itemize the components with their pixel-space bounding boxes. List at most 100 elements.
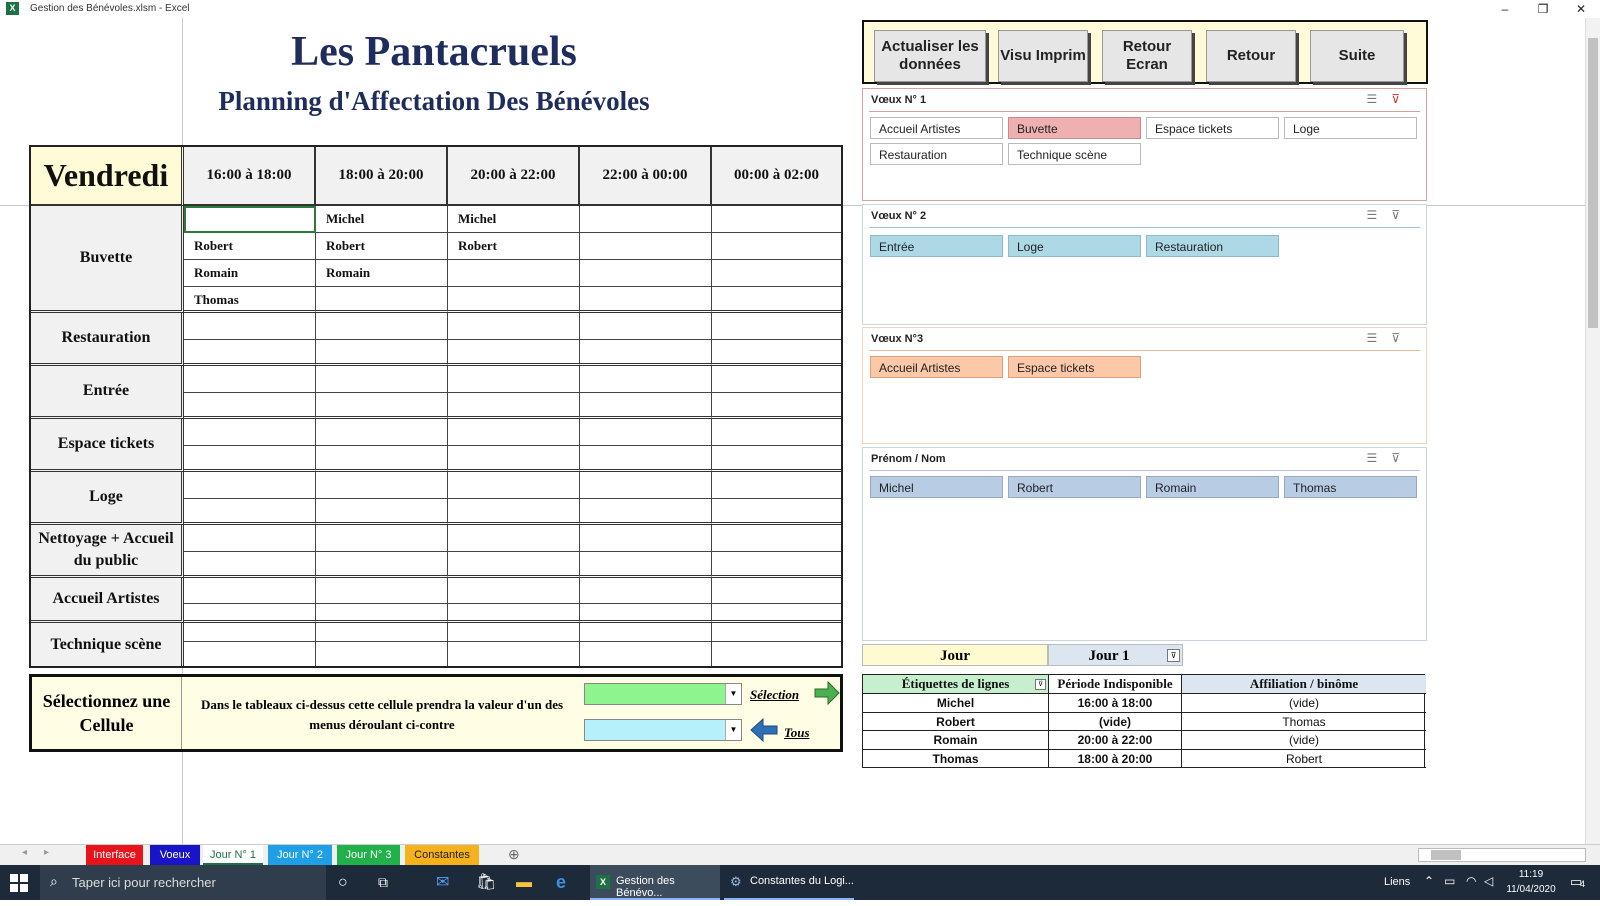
planning-cell[interactable] [316, 578, 448, 604]
tab-jour-2[interactable]: Jour N° 2 [268, 845, 332, 865]
back-to-screen-button[interactable]: Retour Ecran [1102, 30, 1192, 82]
planning-cell[interactable]: Romain [316, 260, 448, 287]
planning-cell[interactable] [580, 260, 712, 287]
slicer-item[interactable]: Thomas [1284, 476, 1417, 498]
planning-cell[interactable] [448, 313, 580, 340]
planning-cell[interactable] [316, 551, 448, 578]
planning-cell[interactable] [580, 642, 712, 666]
planning-cell[interactable] [580, 233, 712, 260]
links-toolbar[interactable]: Liens [1384, 876, 1410, 888]
close-icon[interactable]: ✕ [1566, 1, 1596, 17]
planning-cell[interactable]: Michel [448, 206, 580, 233]
planning-cell[interactable] [580, 206, 712, 233]
planning-cell[interactable] [712, 623, 841, 642]
planning-cell[interactable] [580, 604, 712, 623]
planning-cell[interactable]: Michel [316, 206, 448, 233]
planning-cell[interactable] [580, 392, 712, 419]
print-preview-button[interactable]: Visu Imprim [998, 30, 1088, 82]
next-button[interactable]: Suite [1310, 30, 1404, 82]
planning-cell[interactable]: Robert [316, 233, 448, 260]
arrow-right-icon[interactable] [814, 680, 840, 706]
planning-cell[interactable] [316, 525, 448, 552]
planning-cell[interactable] [712, 499, 841, 525]
planning-cell[interactable] [184, 392, 316, 419]
planning-cell[interactable] [712, 642, 841, 666]
slicer-item[interactable]: Romain [1146, 476, 1279, 498]
planning-cell[interactable] [712, 604, 841, 623]
multiselect-icon[interactable]: ☰⊽ [1366, 208, 1414, 222]
planning-cell[interactable] [184, 578, 316, 604]
multiselect-icon[interactable]: ☰⊽ [1366, 451, 1414, 465]
pivot-filter-value-cell[interactable]: Jour 1 ⊽ [1048, 644, 1183, 666]
planning-cell[interactable] [580, 623, 712, 642]
planning-cell[interactable] [316, 642, 448, 666]
planning-cell[interactable] [184, 419, 316, 446]
planning-cell[interactable] [184, 313, 316, 340]
refresh-data-button[interactable]: Actualiser les données [874, 30, 986, 82]
planning-cell[interactable] [316, 623, 448, 642]
planning-cell[interactable] [580, 445, 712, 472]
planning-cell[interactable] [448, 472, 580, 499]
planning-cell[interactable] [316, 445, 448, 472]
windows-start-icon[interactable] [10, 865, 32, 900]
planning-cell[interactable] [448, 339, 580, 366]
edge-icon[interactable]: e [556, 865, 566, 900]
arrow-left-icon[interactable] [750, 717, 778, 743]
taskbar-search[interactable]: ⌕ Taper ici pour rechercher [40, 865, 326, 900]
battery-icon[interactable]: ▭ [1444, 874, 1455, 888]
planning-cell[interactable] [448, 445, 580, 472]
planning-cell[interactable] [448, 287, 580, 313]
planning-cell[interactable] [184, 604, 316, 623]
slicer-item[interactable]: Robert [1008, 476, 1141, 498]
slicer-item[interactable]: Restauration [870, 143, 1003, 165]
planning-cell[interactable] [580, 313, 712, 340]
slicer-item[interactable]: Loge [1284, 117, 1417, 139]
planning-cell[interactable] [712, 578, 841, 604]
planning-cell[interactable] [448, 642, 580, 666]
minimize-icon[interactable]: – [1490, 1, 1520, 17]
planning-cell[interactable] [712, 260, 841, 287]
planning-cell[interactable] [580, 287, 712, 313]
planning-cell[interactable] [184, 472, 316, 499]
chevron-down-icon[interactable]: ▼ [725, 684, 741, 704]
planning-cell[interactable] [316, 472, 448, 499]
planning-cell[interactable] [448, 578, 580, 604]
slicer-item[interactable]: Restauration [1146, 235, 1279, 257]
slicer-item[interactable]: Loge [1008, 235, 1141, 257]
selection-dropdown-cyan[interactable]: ▼ [584, 719, 742, 741]
planning-cell[interactable] [580, 419, 712, 446]
tous-link[interactable]: Tous [784, 725, 810, 741]
store-icon[interactable]: 🛍 [476, 865, 496, 900]
planning-cell[interactable] [316, 287, 448, 313]
mail-icon[interactable]: ✉ [436, 865, 449, 900]
planning-cell[interactable]: Robert [448, 233, 580, 260]
planning-cell[interactable] [448, 419, 580, 446]
planning-cell[interactable]: Romain [184, 260, 316, 287]
scrollbar-thumb[interactable] [1431, 850, 1461, 860]
planning-cell[interactable] [448, 498, 580, 525]
planning-cell[interactable] [316, 419, 448, 446]
planning-cell[interactable] [316, 392, 448, 419]
selection-link[interactable]: Sélection [750, 687, 799, 703]
tab-voeux[interactable]: Voeux [150, 845, 200, 865]
planning-cell[interactable] [580, 551, 712, 578]
planning-cell[interactable]: Robert [184, 233, 316, 260]
planning-cell[interactable] [712, 340, 841, 366]
planning-cell[interactable] [184, 498, 316, 525]
selection-dropdown-green[interactable]: ▼ [584, 683, 742, 705]
planning-cell[interactable] [580, 578, 712, 604]
planning-cell-selected[interactable] [184, 206, 316, 233]
taskbar-app-vba[interactable]: ⚙ Constantes du Logi... [724, 865, 854, 900]
planning-cell[interactable] [184, 623, 316, 642]
planning-cell[interactable] [448, 366, 580, 393]
planning-cell[interactable] [448, 551, 580, 578]
filter-icon[interactable]: ⊽ [1035, 679, 1046, 690]
planning-cell[interactable] [316, 366, 448, 393]
multiselect-icon[interactable]: ☰⊽ [1366, 331, 1414, 345]
planning-cell[interactable] [580, 339, 712, 366]
planning-cell[interactable] [184, 551, 316, 578]
planning-cell[interactable] [712, 366, 841, 393]
cortana-icon[interactable]: ○ [338, 865, 348, 900]
horizontal-scrollbar[interactable] [1418, 848, 1586, 862]
planning-cell[interactable] [712, 525, 841, 552]
